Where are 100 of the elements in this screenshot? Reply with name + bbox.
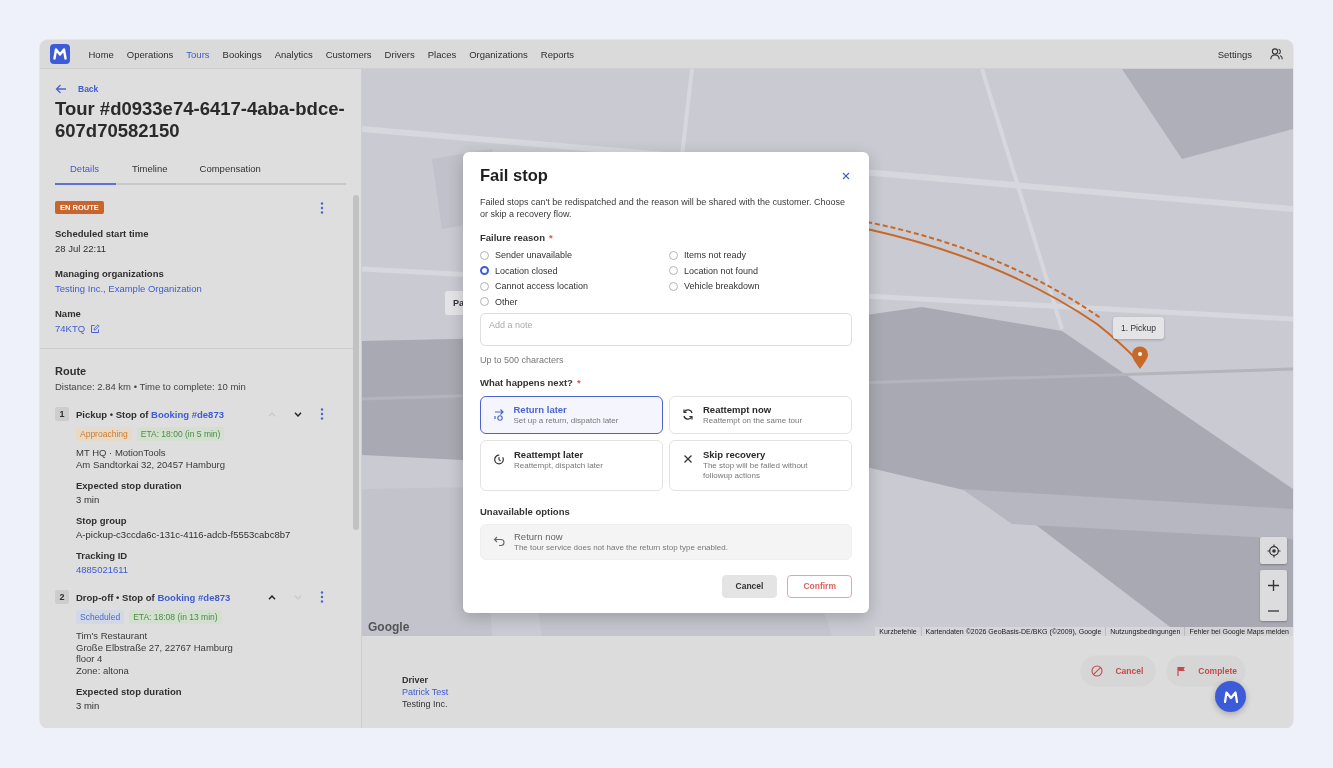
field-value: Testing Inc. — [402, 698, 449, 710]
eta-tag: ETA: 18:00 (in 5 min) — [136, 427, 225, 441]
logo-icon — [50, 44, 70, 64]
field-label: Scheduled start time — [55, 228, 150, 239]
nav-link[interactable]: Organizations — [462, 48, 535, 60]
option-card[interactable]: Reattempt later Reattempt, dispatch later — [480, 439, 663, 491]
stop-number: 2 — [55, 590, 69, 604]
map-logo: Google — [368, 620, 410, 634]
section-label: Unavailable options — [480, 505, 570, 517]
dialog-title: Fail stop — [480, 166, 548, 185]
nav-link[interactable]: Analytics — [268, 48, 320, 60]
undo-arrow-icon — [493, 535, 505, 548]
radio-button[interactable] — [669, 281, 678, 291]
edit-icon[interactable] — [90, 323, 101, 334]
field-label: Driver — [402, 674, 429, 686]
tab[interactable]: Timeline — [116, 155, 184, 185]
zoom-in-icon[interactable] — [1268, 579, 1279, 591]
status-tag: Scheduled — [76, 610, 125, 624]
field-link[interactable]: 74KTQ — [55, 323, 86, 334]
status-tag: Approaching — [76, 427, 132, 441]
settings-link[interactable]: Settings — [1217, 48, 1252, 60]
nav-link[interactable]: Places — [421, 48, 463, 60]
location-pin-icon — [1131, 346, 1149, 370]
confirm-button[interactable]: Confirm — [787, 574, 852, 598]
section-title: Route — [55, 365, 88, 377]
tab[interactable]: Details — [55, 155, 116, 185]
radio-button[interactable] — [480, 281, 489, 291]
required-mark: * — [548, 232, 553, 243]
route-summary: Distance: 2.84 km • Time to complete: 10 min — [55, 381, 247, 392]
cancel-icon — [1091, 665, 1104, 677]
stop-number: 1 — [55, 407, 69, 421]
zoom-control[interactable] — [1260, 570, 1287, 621]
more-icon[interactable] — [320, 591, 324, 603]
back-link[interactable]: Back — [55, 84, 99, 94]
nav-link[interactable]: Bookings — [216, 48, 269, 60]
field-hint: Up to 500 characters — [480, 354, 565, 365]
radio-button[interactable] — [480, 266, 489, 275]
radio-button[interactable] — [669, 266, 678, 275]
radio-option[interactable]: Items not ready — [669, 250, 747, 260]
field-value: 3 min — [76, 494, 101, 505]
radio-button[interactable] — [669, 250, 678, 260]
nav-link[interactable]: Drivers — [378, 48, 422, 60]
nav-link[interactable]: Home — [82, 48, 121, 60]
users-icon[interactable] — [1270, 48, 1283, 60]
locate-button[interactable] — [1260, 537, 1287, 564]
more-icon[interactable] — [320, 408, 324, 420]
address-line: Zone: altona — [76, 664, 130, 676]
field-label: Expected stop duration — [76, 480, 183, 491]
field-value: 3 min — [76, 700, 101, 711]
flag-icon — [1177, 666, 1187, 676]
driver-link[interactable]: Patrick Test — [402, 686, 449, 698]
radio-option[interactable]: Location closed — [480, 265, 558, 276]
chevron-up-icon[interactable] — [268, 594, 276, 600]
chevron-down-icon[interactable] — [294, 411, 302, 417]
option-card[interactable]: Skip recovery The stop will be failed without followup actions — [669, 439, 852, 491]
dialog-description: Failed stops can't be redispatched and the reason will be shared with the customer. Choose or skip a recovery flow. — [480, 197, 846, 220]
cancel-button[interactable]: Cancel — [721, 574, 778, 598]
radio-option[interactable]: Location not found — [669, 265, 759, 276]
field-label: Stop group — [76, 515, 128, 526]
unavailable-option: Return now The tour service does not have the return stop type enabled. — [480, 523, 852, 560]
close-icon — [842, 171, 850, 180]
section-label: What happens next? — [480, 376, 573, 388]
address-line: Große Elbstraße 27, 22767 Hamburg — [76, 641, 234, 653]
arrow-left-icon — [55, 84, 67, 94]
radio-button[interactable] — [480, 297, 489, 306]
address-line: floor 4 — [76, 653, 104, 665]
required-mark: * — [576, 376, 581, 388]
radio-button[interactable] — [480, 250, 489, 260]
nav-link[interactable]: Operations — [120, 48, 180, 60]
eta-tag: ETA: 18:08 (in 13 min) — [129, 610, 222, 624]
tour-title: Tour #d0933e74-6417-4aba-bdce-607d70582150 — [55, 98, 346, 142]
address-line: Am Sandtorkai 32, 20457 Hamburg — [76, 458, 226, 470]
map-marker-label: 1. Pickup — [1113, 317, 1164, 339]
field-link[interactable]: 4885021611 — [76, 564, 129, 575]
more-icon[interactable] — [320, 201, 324, 214]
logo-icon — [1222, 690, 1239, 703]
stop-title: Pickup • Stop of Booking #de873 — [76, 408, 225, 420]
radio-option[interactable]: Sender unavailable — [480, 250, 573, 260]
option-card[interactable]: Return later Set up a return, dispatch later — [480, 395, 663, 434]
nav-link[interactable]: Tours — [179, 48, 217, 60]
radio-option[interactable]: Vehicle breakdown — [669, 281, 760, 291]
address-line: MT HQ · MotionTools — [76, 447, 167, 459]
address-line: Tim's Restaurant — [76, 630, 149, 642]
radio-option[interactable]: Other — [480, 296, 518, 307]
field-label: Name — [55, 308, 82, 319]
field-label: Tracking ID — [76, 550, 129, 561]
zoom-out-icon[interactable] — [1268, 609, 1279, 612]
option-card[interactable]: Reattempt now Reattempt on the same tour — [669, 395, 852, 434]
locate-icon — [1266, 543, 1281, 558]
field-link[interactable]: Testing Inc., Example Organization — [55, 283, 202, 294]
field-value: A-pickup-c3ccda6c-131c-4116-adcb-f5553cabc8b7 — [76, 529, 292, 540]
nav-link[interactable]: Reports — [534, 48, 581, 60]
field-label: Expected stop duration — [76, 686, 183, 697]
tab[interactable]: Compensation — [183, 155, 277, 185]
stop-title: Drop-off • Stop of Booking #de873 — [76, 591, 232, 603]
field-label: Managing organizations — [55, 268, 165, 279]
nav-link[interactable]: Customers — [319, 48, 379, 60]
return-icon — [492, 408, 505, 421]
section-label: Failure reason — [480, 232, 545, 243]
radio-option[interactable]: Cannot access location — [480, 281, 589, 291]
